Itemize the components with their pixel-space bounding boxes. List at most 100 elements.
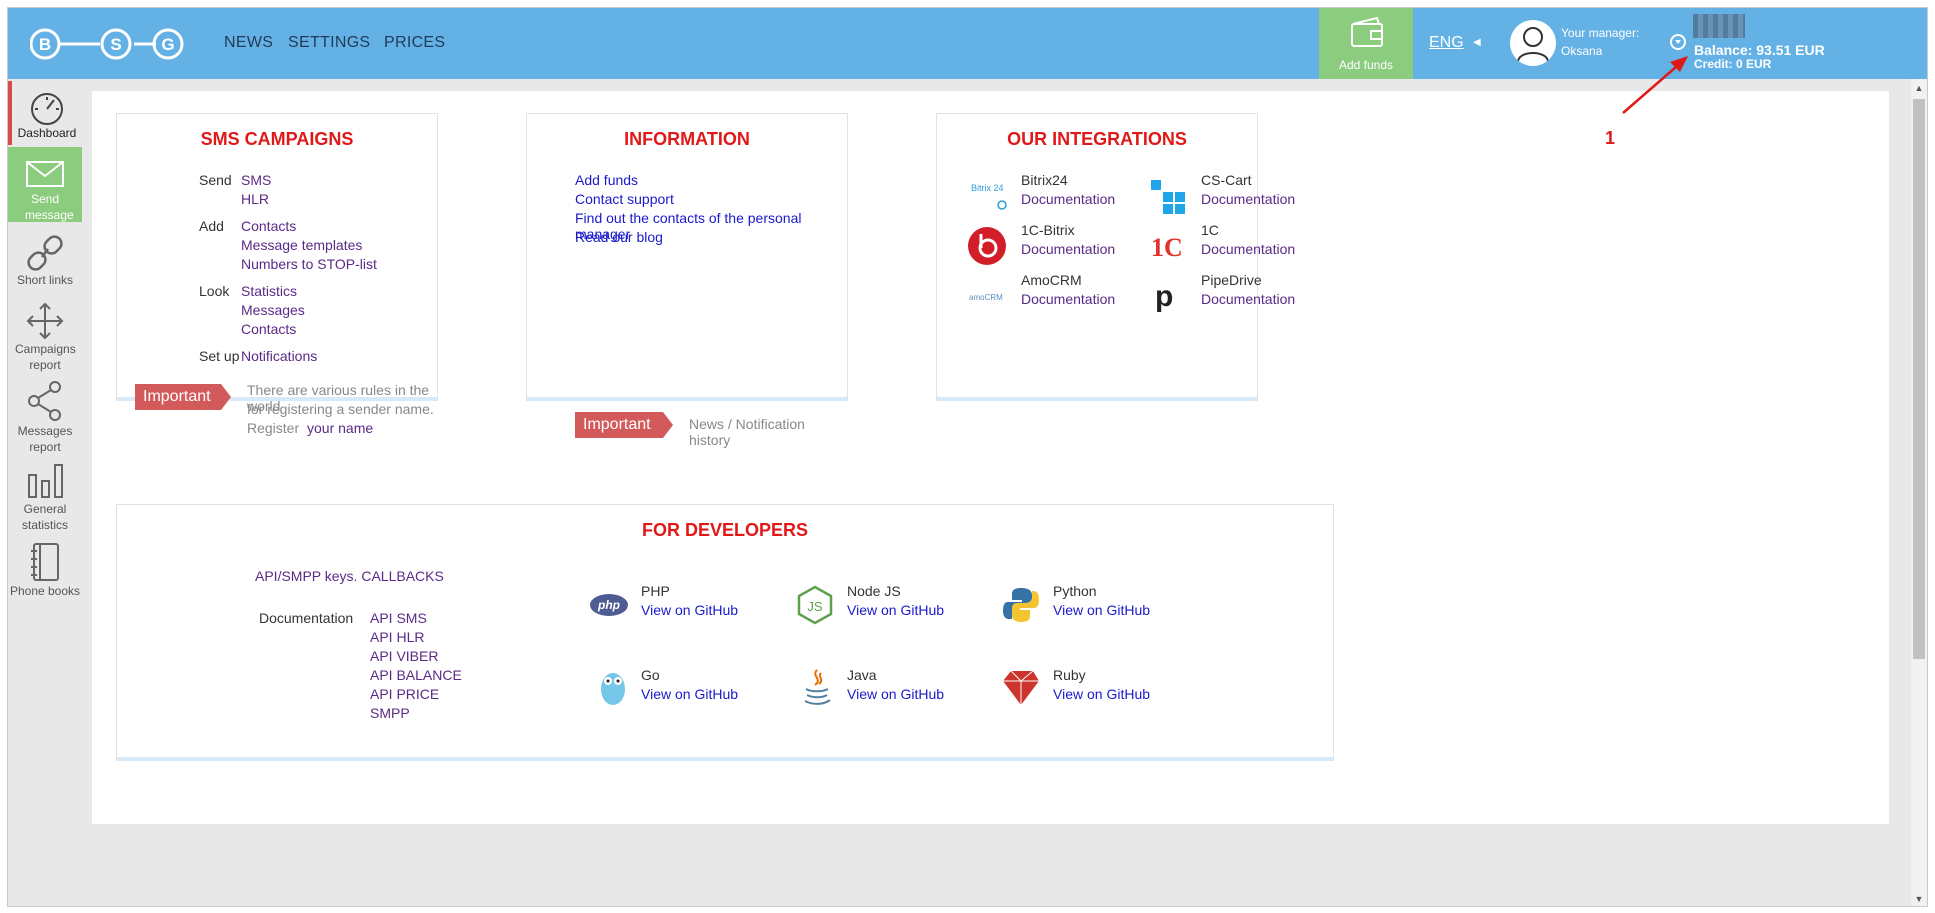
logo-graphic: B S G [29,28,184,60]
svg-text:p: p [1155,280,1173,313]
send-hlr-link[interactable]: HLR [241,191,269,207]
php-logo: php [590,594,628,616]
scrollbar-thumb[interactable] [1913,99,1925,659]
bar-chart-icon [28,464,63,498]
sidebar-item-send-message[interactable]: Send message [8,147,82,222]
doc-api-balance-link[interactable]: API BALANCE [370,667,462,683]
sidebar-item-dashboard[interactable]: Dashboard [8,81,82,145]
news-history-link[interactable]: News / Notification history [689,416,847,448]
svg-text:amoCRM: amoCRM [969,293,1003,302]
information-card: INFORMATION Add funds Contact support Fi… [526,113,848,448]
notifications-link[interactable]: Notifications [241,348,317,364]
look-statistics-link[interactable]: Statistics [241,283,297,299]
integration-doc-link[interactable]: Documentation [1201,191,1295,207]
sidebar-item-campaigns-report[interactable]: Campaigns report [8,301,82,373]
important-badge: Important [575,412,673,438]
logo-letter-s: S [110,35,121,54]
go-gopher-logo [601,673,625,705]
info-link-contact-support[interactable]: Contact support [575,191,674,207]
sidebar-label: General statistics [21,502,68,532]
vertical-scrollbar[interactable]: ▲ ▼ [1911,79,1927,906]
look-contacts-link[interactable]: Contacts [241,321,296,337]
caret-left-icon[interactable]: ◀ [1473,37,1481,48]
integration-name: Bitrix24 [1021,172,1068,188]
python-logo [1003,588,1039,622]
documentation-label: Documentation [259,610,354,626]
add-contacts-link[interactable]: Contacts [241,218,296,234]
sidebar-label: Messages report [17,424,73,454]
nav-settings[interactable]: SETTINGS [288,34,370,52]
integration-doc-link[interactable]: Documentation [1021,191,1115,207]
manager-avatar [1510,20,1556,66]
sidebar-label: Short links [16,273,74,287]
pipedrive-logo: p [1155,280,1173,313]
card-title: OUR INTEGRATIONS [1007,129,1187,149]
integration-name: 1C-Bitrix [1021,222,1075,238]
integration-name: CS-Cart [1201,172,1252,188]
integration-doc-link[interactable]: Documentation [1201,241,1295,257]
doc-smpp-link[interactable]: SMPP [370,705,410,721]
sidebar-item-short-links[interactable]: Short links [8,234,82,294]
doc-api-hlr-link[interactable]: API HLR [370,629,424,645]
doc-api-sms-link[interactable]: API SMS [370,610,427,626]
register-name-link[interactable]: your name [307,420,373,436]
send-sms-link[interactable]: SMS [241,172,271,188]
move-arrows-icon [26,302,64,340]
nav-prices[interactable]: PRICES [384,34,445,52]
add-templates-link[interactable]: Message templates [241,237,362,253]
card-title: INFORMATION [624,129,750,149]
github-link[interactable]: View on GitHub [641,686,738,702]
annotation-arrow [1622,56,1688,114]
integration-doc-link[interactable]: Documentation [1021,291,1115,307]
integration-doc-link[interactable]: Documentation [1201,291,1295,307]
credit-text: Credit: 0 EUR [1694,57,1772,71]
github-link[interactable]: View on GitHub [1053,686,1150,702]
language-name: Java [847,667,877,683]
github-link[interactable]: View on GitHub [847,686,944,702]
integration-name: AmoCRM [1021,272,1082,288]
sidebar-item-general-statistics[interactable]: General statistics [8,461,82,533]
github-link[interactable]: View on GitHub [1053,602,1150,618]
language-name: Ruby [1053,667,1086,683]
scroll-up-icon[interactable]: ▲ [1911,83,1927,93]
sidebar: Dashboard Send message Short links Campa… [8,79,82,906]
card-title: SMS CAMPAIGNS [200,129,354,149]
doc-api-viber-link[interactable]: API VIBER [370,648,438,664]
github-link[interactable]: View on GitHub [641,602,738,618]
logo-letter-b: B [39,35,51,54]
language-selector[interactable]: ENG [1429,34,1464,52]
main-content: SMS CAMPAIGNS Send SMS HLR Add Contacts … [92,91,1889,824]
svg-text:Bitrix 24: Bitrix 24 [971,183,1004,193]
svg-text:php: php [597,598,620,612]
doc-api-price-link[interactable]: API PRICE [370,686,439,702]
nodejs-logo: JS [797,585,833,625]
notebook-icon [31,543,59,581]
info-link-add-funds[interactable]: Add funds [575,172,638,188]
add-stop-list-link[interactable]: Numbers to STOP-list [241,256,377,272]
api-keys-link[interactable]: API/SMPP keys. CALLBACKS [255,568,444,584]
scroll-down-icon[interactable]: ▼ [1911,894,1927,904]
speedometer-icon [31,93,63,125]
bsg-logo[interactable]: B S G [29,20,208,68]
sidebar-item-messages-report[interactable]: Messages report [8,379,82,454]
annotation-number: 1 [1605,128,1616,148]
github-link[interactable]: View on GitHub [847,602,944,618]
sms-campaigns-card: SMS CAMPAIGNS Send SMS HLR Add Contacts … [116,113,438,436]
setup-label: Set up [199,348,240,364]
info-link-blog[interactable]: Read our blog [575,229,663,245]
integration-doc-link[interactable]: Documentation [1021,241,1115,257]
important-badge: Important [135,384,231,410]
svg-text:1C: 1C [1151,233,1183,262]
language-name: Node JS [847,583,901,599]
add-funds-button[interactable]: Add funds [1319,8,1413,79]
amocrm-logo: amoCRM [969,293,1003,302]
app-window: B S G NEWS SETTINGS PRICES Add funds ENG… [7,7,1928,907]
sidebar-item-phone-books[interactable]: Phone books [8,541,82,601]
1c-logo: 1C [1151,233,1183,262]
look-messages-link[interactable]: Messages [241,302,305,318]
nav-news[interactable]: NEWS [224,34,273,52]
sidebar-label: Dashboard [17,126,77,140]
svg-text:JS: JS [807,599,823,614]
language-name: PHP [641,583,670,599]
card-title: FOR DEVELOPERS [641,520,809,540]
